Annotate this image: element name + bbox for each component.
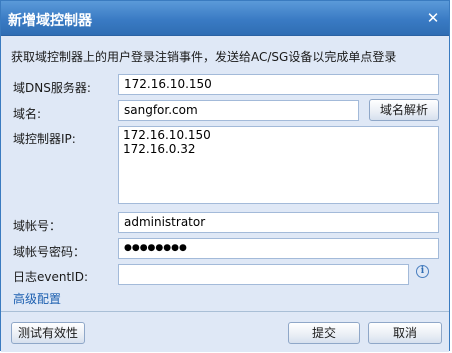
submit-button[interactable]: 提交	[288, 322, 360, 344]
password-label: 域帐号密码：	[13, 245, 86, 259]
domain-name-label: 域名:	[13, 107, 42, 121]
password-input[interactable]: ●●●●●●●●	[118, 238, 439, 259]
dns-server-label: 域DNS服务器:	[13, 81, 91, 95]
close-icon[interactable]: ✕	[425, 10, 441, 26]
dialog-footer: 测试有效性 提交 取消	[1, 311, 449, 352]
event-id-label: 日志eventID:	[13, 270, 89, 284]
account-label: 域帐号：	[13, 219, 62, 233]
dialog-title: 新增域控制器	[8, 13, 92, 29]
test-validity-button[interactable]: 测试有效性	[11, 322, 85, 344]
cancel-button[interactable]: 取消	[368, 322, 442, 344]
add-domain-controller-dialog: 新增域控制器 ✕ 获取域控制器上的用户登录注销事件，发送给AC/SG设备以完成单…	[0, 0, 450, 352]
ip-line: 172.16.10.150	[123, 128, 211, 142]
resolve-domain-button[interactable]: 域名解析	[369, 99, 439, 121]
domain-controller-ip-label: 域控制器IP:	[13, 132, 76, 146]
advanced-settings-link[interactable]: 高级配置	[13, 290, 61, 307]
event-id-input[interactable]	[118, 264, 409, 285]
title-bar[interactable]: 新增域控制器 ✕	[1, 1, 449, 36]
domain-name-input[interactable]: sangfor.com	[118, 100, 359, 121]
dns-server-input[interactable]: 172.16.10.150	[118, 74, 439, 95]
form-area: 获取域控制器上的用户登录注销事件，发送给AC/SG设备以完成单点登录 域DNS服…	[1, 36, 449, 311]
account-input[interactable]: administrator	[118, 212, 439, 233]
info-icon[interactable]: i	[416, 265, 429, 278]
ip-line: 172.16.0.32	[123, 142, 196, 156]
domain-controller-ip-textarea[interactable]: 172.16.10.150 172.16.0.32	[118, 126, 439, 204]
description-text: 获取域控制器上的用户登录注销事件，发送给AC/SG设备以完成单点登录	[11, 50, 397, 64]
